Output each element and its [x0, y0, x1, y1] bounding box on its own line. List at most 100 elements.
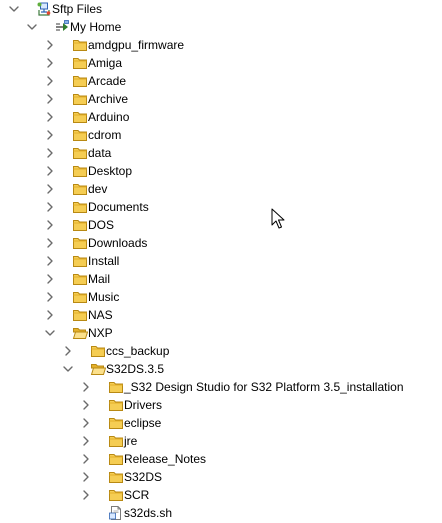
- mouse-pointer-icon: [271, 208, 285, 229]
- chevron-right-icon[interactable]: [80, 417, 92, 429]
- chevron-right-icon[interactable]: [80, 399, 92, 411]
- folder-icon: [108, 469, 124, 485]
- tree-row-label[interactable]: Release_Notes: [124, 451, 206, 467]
- tree-row[interactable]: _S32 Design Studio for S32 Platform 3.5_…: [0, 378, 442, 396]
- sftp-file-tree[interactable]: Sftp Files My Home amdgpu_firmware Amiga Arc…: [0, 0, 442, 523]
- chevron-right-icon[interactable]: [44, 129, 56, 141]
- tree-row-label[interactable]: S32DS.3.5: [106, 361, 164, 377]
- folder-icon: [108, 451, 124, 467]
- tree-row[interactable]: Mail: [0, 270, 442, 288]
- tree-row-label[interactable]: NXP: [88, 325, 113, 341]
- folder-icon: [108, 433, 124, 449]
- chevron-right-icon[interactable]: [44, 57, 56, 69]
- tree-row[interactable]: cdrom: [0, 126, 442, 144]
- tree-row[interactable]: S32DS: [0, 468, 442, 486]
- tree-row-label[interactable]: Sftp Files: [52, 1, 102, 17]
- chevron-right-icon[interactable]: [44, 93, 56, 105]
- chevron-right-icon[interactable]: [44, 183, 56, 195]
- tree-row[interactable]: amdgpu_firmware: [0, 36, 442, 54]
- tree-row[interactable]: s32ds.sh: [0, 504, 442, 522]
- chevron-right-icon[interactable]: [44, 75, 56, 87]
- tree-row[interactable]: Archive: [0, 90, 442, 108]
- chevron-right-icon[interactable]: [44, 255, 56, 267]
- tree-row[interactable]: Drivers: [0, 396, 442, 414]
- folder-icon: [108, 397, 124, 413]
- tree-row-label[interactable]: Drivers: [124, 397, 162, 413]
- tree-row[interactable]: Downloads: [0, 234, 442, 252]
- tree-row-label[interactable]: Arcade: [88, 73, 126, 89]
- tree-row[interactable]: Amiga: [0, 54, 442, 72]
- tree-row-label[interactable]: cdrom: [88, 127, 121, 143]
- folder-icon: [72, 163, 88, 179]
- tree-row-label[interactable]: DOS: [88, 217, 114, 233]
- chevron-right-icon[interactable]: [80, 471, 92, 483]
- chevron-right-icon[interactable]: [80, 453, 92, 465]
- chevron-right-icon[interactable]: [80, 435, 92, 447]
- chevron-right-icon[interactable]: [62, 345, 74, 357]
- folder-icon: [108, 379, 124, 395]
- tree-row-label[interactable]: ccs_backup: [106, 343, 169, 359]
- tree-row[interactable]: eclipse: [0, 414, 442, 432]
- chevron-right-icon[interactable]: [80, 489, 92, 501]
- chevron-right-icon[interactable]: [44, 219, 56, 231]
- tree-row[interactable]: NXP: [0, 324, 442, 342]
- tree-row[interactable]: ccs_backup: [0, 342, 442, 360]
- chevron-down-icon[interactable]: [62, 363, 74, 375]
- folder-icon: [72, 127, 88, 143]
- tree-row-label[interactable]: SCR: [124, 487, 149, 503]
- chevron-right-icon[interactable]: [44, 165, 56, 177]
- tree-row[interactable]: Install: [0, 252, 442, 270]
- tree-row-label[interactable]: My Home: [70, 19, 121, 35]
- tree-row-label[interactable]: Arduino: [88, 109, 129, 125]
- chevron-right-icon[interactable]: [44, 237, 56, 249]
- tree-row-label[interactable]: eclipse: [124, 415, 161, 431]
- tree-row-label[interactable]: data: [88, 145, 111, 161]
- tree-row-label[interactable]: Music: [88, 289, 119, 305]
- tree-row-label[interactable]: Downloads: [88, 235, 147, 251]
- chevron-down-icon[interactable]: [26, 21, 38, 33]
- tree-row-label[interactable]: jre: [124, 433, 137, 449]
- folder-icon: [72, 289, 88, 305]
- tree-row-label[interactable]: Amiga: [88, 55, 122, 71]
- chevron-right-icon[interactable]: [44, 309, 56, 321]
- tree-row[interactable]: Documents: [0, 198, 442, 216]
- tree-row-label[interactable]: _S32 Design Studio for S32 Platform 3.5_…: [124, 379, 404, 395]
- tree-row-label[interactable]: Install: [88, 253, 119, 269]
- chevron-right-icon[interactable]: [44, 147, 56, 159]
- tree-row-label[interactable]: amdgpu_firmware: [88, 37, 184, 53]
- tree-row[interactable]: Music: [0, 288, 442, 306]
- tree-row-label[interactable]: Archive: [88, 91, 128, 107]
- tree-row[interactable]: Sftp Files: [0, 0, 442, 18]
- tree-row[interactable]: Release_Notes: [0, 450, 442, 468]
- tree-row[interactable]: data: [0, 144, 442, 162]
- chevron-right-icon[interactable]: [44, 39, 56, 51]
- tree-row-label[interactable]: s32ds.sh: [124, 505, 172, 521]
- tree-row[interactable]: DOS: [0, 216, 442, 234]
- chevron-right-icon[interactable]: [44, 111, 56, 123]
- tree-row[interactable]: SCR: [0, 486, 442, 504]
- folder-icon: [72, 253, 88, 269]
- tree-row-label[interactable]: Documents: [88, 199, 149, 215]
- tree-row[interactable]: S32DS.3.5: [0, 360, 442, 378]
- tree-row[interactable]: Desktop: [0, 162, 442, 180]
- tree-row[interactable]: jre: [0, 432, 442, 450]
- tree-row[interactable]: My Home: [0, 18, 442, 36]
- chevron-right-icon[interactable]: [44, 273, 56, 285]
- folder-icon: [90, 343, 106, 359]
- chevron-down-icon[interactable]: [44, 327, 56, 339]
- tree-row-label[interactable]: Mail: [88, 271, 110, 287]
- sftp-files-icon: [36, 1, 52, 17]
- chevron-down-icon[interactable]: [8, 3, 20, 15]
- tree-row-label[interactable]: Desktop: [88, 163, 132, 179]
- chevron-right-icon[interactable]: [80, 381, 92, 393]
- tree-row-label[interactable]: S32DS: [124, 469, 162, 485]
- tree-row-label[interactable]: NAS: [88, 307, 113, 323]
- tree-row[interactable]: dev: [0, 180, 442, 198]
- tree-row[interactable]: NAS: [0, 306, 442, 324]
- tree-row[interactable]: Arcade: [0, 72, 442, 90]
- chevron-right-icon[interactable]: [44, 201, 56, 213]
- tree-row-label[interactable]: dev: [88, 181, 107, 197]
- tree-row[interactable]: Arduino: [0, 108, 442, 126]
- shell-script-file-icon: [108, 505, 124, 521]
- chevron-right-icon[interactable]: [44, 291, 56, 303]
